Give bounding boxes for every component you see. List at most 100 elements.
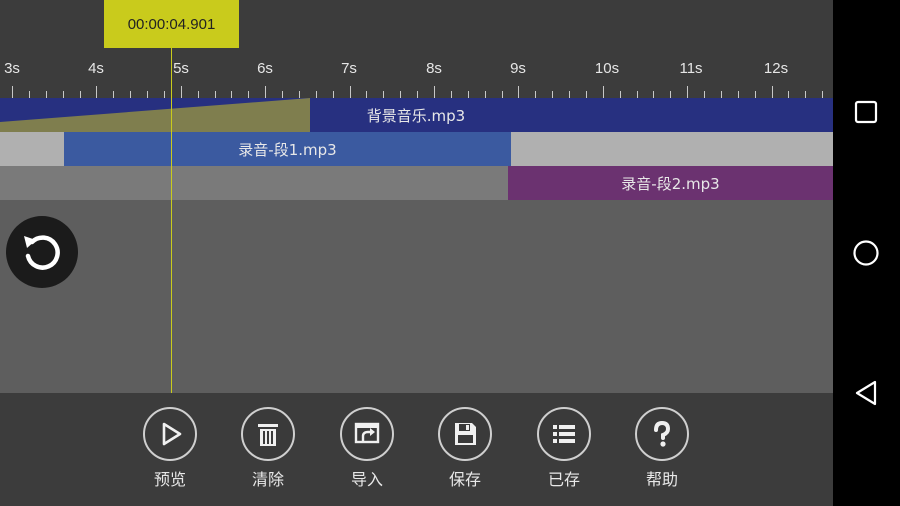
save-button[interactable]: 保存 bbox=[430, 407, 500, 490]
ruler-tick bbox=[214, 91, 216, 98]
ruler-tick bbox=[636, 91, 638, 98]
ruler-label: 7s bbox=[341, 60, 357, 77]
ruler-tick bbox=[130, 91, 132, 98]
track-recording-2: 录音-段2.mp3 bbox=[0, 166, 833, 200]
ruler-tick bbox=[501, 91, 503, 98]
clip-label: 录音-段1.mp3 bbox=[238, 140, 337, 159]
question-icon bbox=[654, 420, 671, 447]
audio-editor: 3s 4s 5s 6s 7s 8s 9s 10s 11s 12s 背景音乐.mp… bbox=[0, 0, 833, 506]
trash-icon bbox=[258, 424, 278, 446]
ruler-tick bbox=[366, 91, 368, 98]
ruler-tick bbox=[569, 91, 571, 98]
ruler-label: 12s bbox=[763, 60, 789, 77]
ruler-tick bbox=[737, 91, 739, 98]
preview-button[interactable]: 预览 bbox=[135, 407, 205, 490]
ruler-tick bbox=[467, 91, 469, 98]
ruler-label: 11s bbox=[679, 60, 703, 77]
time-ruler[interactable]: 3s 4s 5s 6s 7s 8s 9s 10s 11s 12s bbox=[0, 48, 833, 98]
list-icon bbox=[553, 425, 575, 443]
import-label: 导入 bbox=[350, 470, 383, 489]
playhead-line[interactable] bbox=[171, 48, 172, 393]
help-label: 帮助 bbox=[645, 470, 678, 489]
ruler-tick bbox=[332, 91, 334, 98]
ruler-tick bbox=[265, 86, 267, 98]
fade-in-envelope[interactable] bbox=[0, 98, 310, 132]
playhead-time-label[interactable]: 00:00:04.901 bbox=[104, 0, 239, 48]
ruler-tick bbox=[754, 91, 756, 98]
import-button[interactable]: 导入 bbox=[332, 407, 402, 490]
ruler-tick bbox=[805, 91, 807, 98]
system-navigation-bar bbox=[833, 0, 900, 506]
ruler-tick bbox=[484, 91, 486, 98]
ruler-label: 9s bbox=[510, 60, 526, 77]
ruler-label: 10s bbox=[594, 60, 620, 77]
back-button[interactable] bbox=[846, 373, 886, 413]
ruler-label: 5s bbox=[173, 60, 189, 77]
ruler-tick bbox=[619, 91, 621, 98]
ruler-tick bbox=[518, 86, 520, 98]
track-background-music: 背景音乐.mp3 bbox=[0, 98, 833, 132]
ruler-tick bbox=[417, 91, 419, 98]
ruler-tick bbox=[349, 86, 351, 98]
clip-recording-2[interactable]: 录音-段2.mp3 bbox=[508, 166, 833, 200]
ruler-tick bbox=[822, 91, 824, 98]
ruler-tick bbox=[282, 91, 284, 98]
ruler-tick bbox=[720, 91, 722, 98]
ruler-label: 4s bbox=[88, 60, 104, 77]
ruler-tick bbox=[535, 91, 537, 98]
preview-label: 预览 bbox=[153, 470, 186, 489]
ruler-tick bbox=[670, 91, 672, 98]
ruler-tick bbox=[400, 91, 402, 98]
playhead-time: 00:00:04.901 bbox=[127, 15, 216, 33]
triangle-back-icon bbox=[855, 380, 877, 406]
ruler-tick bbox=[45, 91, 47, 98]
saved-label: 已存 bbox=[547, 470, 580, 489]
ruler-tick bbox=[434, 86, 435, 98]
ruler-tick bbox=[248, 91, 250, 98]
ruler-tick bbox=[602, 86, 604, 98]
ruler-tick bbox=[113, 91, 115, 98]
clear-label: 清除 bbox=[251, 470, 284, 489]
ruler-tick bbox=[552, 91, 554, 98]
undo-icon bbox=[24, 235, 60, 270]
import-icon bbox=[354, 422, 380, 444]
square-icon bbox=[854, 100, 878, 124]
ruler-label: 6s bbox=[257, 60, 273, 77]
ruler-tick bbox=[585, 91, 587, 98]
undo-button[interactable] bbox=[6, 216, 78, 288]
floppy-icon bbox=[455, 423, 476, 445]
timeline-canvas[interactable] bbox=[0, 200, 833, 393]
ruler-tick bbox=[687, 86, 689, 98]
ruler-tick bbox=[383, 91, 385, 98]
ruler-tick bbox=[450, 91, 452, 98]
clip-label: 背景音乐.mp3 bbox=[366, 106, 466, 125]
clip-background-music[interactable]: 背景音乐.mp3 bbox=[310, 98, 522, 132]
ruler-tick bbox=[180, 86, 182, 98]
save-label: 保存 bbox=[448, 470, 481, 489]
help-button[interactable]: 帮助 bbox=[627, 407, 697, 490]
ruler-tick bbox=[12, 86, 13, 98]
ruler-tick bbox=[79, 91, 81, 98]
recents-button[interactable] bbox=[846, 92, 886, 132]
bottom-toolbar: 预览 清除 导入 保存 已存 帮助 bbox=[0, 393, 833, 506]
ruler-tick bbox=[788, 91, 790, 98]
clear-button[interactable]: 清除 bbox=[233, 407, 303, 490]
ruler-tick bbox=[163, 91, 165, 98]
ruler-tick bbox=[62, 91, 64, 98]
ruler-tick bbox=[147, 91, 149, 98]
play-icon bbox=[162, 422, 182, 446]
ruler-tick bbox=[96, 86, 98, 98]
ruler-tick bbox=[28, 91, 30, 98]
clip-label: 录音-段2.mp3 bbox=[621, 174, 720, 193]
ruler-label: 3s bbox=[4, 60, 20, 77]
ruler-tick bbox=[315, 91, 317, 98]
clip-recording-1[interactable]: 录音-段1.mp3 bbox=[64, 132, 511, 166]
saved-button[interactable]: 已存 bbox=[529, 407, 599, 490]
home-button[interactable] bbox=[846, 233, 886, 273]
ruler-tick bbox=[771, 86, 773, 98]
ruler-tick bbox=[704, 91, 706, 98]
circle-icon bbox=[853, 240, 879, 266]
ruler-tick bbox=[197, 91, 199, 98]
ruler-tick bbox=[298, 91, 300, 98]
ruler-label: 8s bbox=[426, 60, 442, 77]
